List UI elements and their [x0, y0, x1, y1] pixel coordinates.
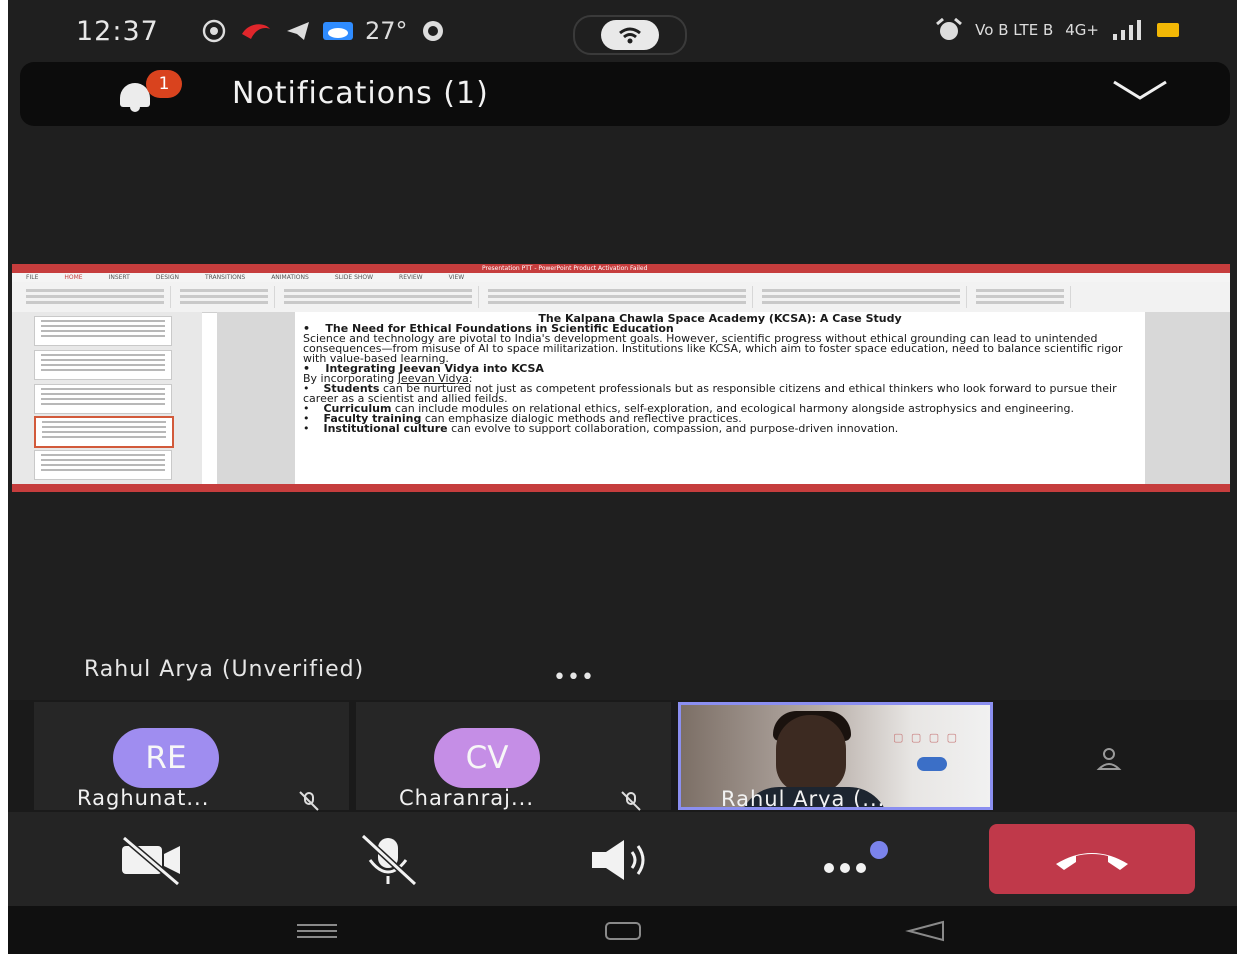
- ppt-ribbon-editing: [970, 286, 1071, 308]
- slide-thumbnail: [34, 384, 172, 414]
- ppt-title-bar: Presentation PTT - PowerPoint Product Ac…: [12, 264, 1230, 273]
- video-wall-sign: ▢ ▢ ▢ ▢: [893, 731, 960, 744]
- home-icon[interactable]: [605, 922, 641, 940]
- whatsapp-icon: [202, 19, 226, 43]
- ppt-status-bar: [12, 484, 1230, 492]
- airtel-icon: [242, 24, 270, 39]
- signal-bars-icon: [1113, 20, 1141, 40]
- battery-icon: [1157, 23, 1179, 37]
- ppt-tab: SLIDE SHOW: [334, 274, 374, 281]
- ppt-slide-thumbnails: [12, 312, 202, 484]
- ppt-editing-area: The Kalpana Chawla Space Academy (KCSA):…: [217, 312, 1230, 484]
- shared-screen[interactable]: Presentation PTT - PowerPoint Product Ac…: [12, 264, 1230, 492]
- mic-off-button[interactable]: [353, 832, 423, 888]
- participant-video-tile[interactable]: ▢ ▢ ▢ ▢ Rahul Arya (...: [678, 702, 993, 810]
- meeting-app: 12:37 27° Vo B LTE B 4G+ 1 Notifications…: [8, 0, 1237, 954]
- slide-thumbnail: [34, 450, 172, 480]
- status-bar: 12:37 27° Vo B LTE B 4G+: [8, 0, 1237, 62]
- call-controls: [8, 812, 1237, 906]
- participant-name: Raghunat...: [77, 786, 210, 810]
- participant-strip: RE Raghunat... CV Charanraj... ▢ ▢ ▢ ▢ R…: [8, 700, 1237, 812]
- ppt-tab-selected: HOME: [64, 274, 83, 281]
- notification-count-badge: 1: [146, 70, 182, 98]
- ppt-tab: TRANSITIONS: [204, 274, 246, 281]
- ppt-ribbon-font: [278, 286, 479, 308]
- system-nav-bar: [8, 906, 1237, 954]
- ppt-ribbon: [12, 282, 1230, 313]
- slide-bullet: • Institutional culture can evolve to su…: [303, 422, 899, 435]
- chevron-down-icon[interactable]: [1110, 76, 1170, 106]
- presenter-name: Rahul Arya (Unverified): [84, 657, 365, 682]
- more-options-button[interactable]: [821, 832, 891, 888]
- camera-off-button[interactable]: [116, 832, 186, 888]
- hang-up-icon: [1056, 853, 1128, 870]
- participant-name: Charanraj...: [399, 786, 535, 810]
- mic-off-icon: [299, 791, 319, 811]
- speaker-button[interactable]: [588, 832, 658, 888]
- mic-off-icon: [621, 791, 641, 811]
- ppt-ribbon-tabs: FILE HOME INSERT DESIGN TRANSITIONS ANIM…: [12, 273, 1230, 282]
- ppt-ribbon-slides: [174, 286, 275, 308]
- recent-apps-icon[interactable]: [297, 923, 337, 939]
- slide-thumbnail: [34, 350, 172, 380]
- hotspot-pill[interactable]: [573, 15, 687, 55]
- ppt-tab: FILE: [26, 274, 39, 281]
- status-time: 12:37: [76, 16, 159, 47]
- participant-name: Rahul Arya (...: [721, 787, 886, 810]
- app-badge-icon: [422, 21, 443, 41]
- video-person-face: [776, 715, 846, 793]
- ppt-tab: INSERT: [108, 274, 130, 281]
- slide-content: The Kalpana Chawla Space Academy (KCSA):…: [295, 312, 1145, 484]
- ppt-window-title: Presentation PTT - PowerPoint Product Ac…: [482, 265, 648, 272]
- notifications-title: Notifications (1): [232, 76, 489, 111]
- slide-bullet: • Students can be nurtured not just as c…: [303, 382, 1117, 405]
- presenter-more-button[interactable]: •••: [553, 665, 595, 690]
- alarm-icon: [936, 18, 963, 40]
- weather-cloud-icon: [323, 22, 353, 40]
- participant-tile[interactable]: RE Raghunat...: [34, 702, 349, 811]
- status-temperature: 27°: [365, 17, 408, 45]
- slide-thumbnail-selected: [34, 416, 174, 448]
- leave-call-button[interactable]: [989, 824, 1195, 894]
- ppt-tab: ANIMATIONS: [271, 274, 309, 281]
- network-label: Vo B LTE B: [975, 21, 1054, 39]
- video-wall-logo: [917, 757, 947, 771]
- status-right-icons: Vo B LTE B 4G+: [935, 18, 1179, 42]
- ppt-ribbon-drawing: [756, 286, 967, 308]
- ppt-tab: REVIEW: [399, 274, 423, 281]
- ppt-ribbon-clipboard: [20, 286, 171, 308]
- status-notification-icons: 27°: [201, 17, 446, 45]
- avatar: CV: [434, 728, 540, 788]
- ppt-tab: VIEW: [448, 274, 465, 281]
- telegram-icon: [287, 22, 309, 40]
- slide-thumbnail: [34, 316, 172, 346]
- person-icon[interactable]: [1096, 745, 1122, 771]
- ppt-tab: DESIGN: [155, 274, 179, 281]
- notifications-bar[interactable]: 1 Notifications (1): [20, 62, 1230, 126]
- hotspot-icon: [601, 20, 659, 50]
- participant-tile[interactable]: CV Charanraj...: [356, 702, 671, 811]
- avatar: RE: [113, 728, 219, 788]
- back-icon[interactable]: [905, 920, 945, 942]
- ppt-ribbon-paragraph: [482, 286, 753, 308]
- slide-paragraph: Science and technology are pivotal to In…: [303, 332, 1123, 365]
- signal-label: 4G+: [1065, 21, 1099, 39]
